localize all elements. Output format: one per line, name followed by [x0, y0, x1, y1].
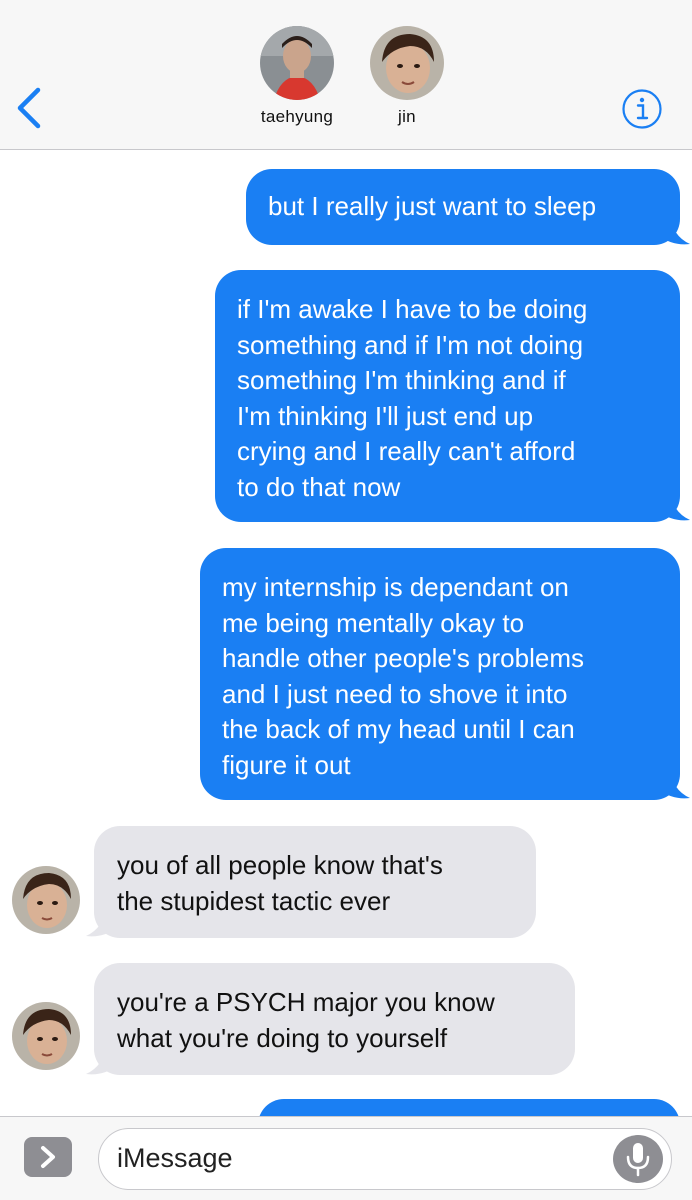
participant-taehyung[interactable]: taehyung	[237, 26, 357, 127]
microphone-icon	[626, 1143, 650, 1177]
sender-avatar[interactable]	[12, 1002, 80, 1070]
back-button[interactable]	[10, 82, 46, 134]
message-bubble-sent[interactable]: if I'm awake I have to be doing somethin…	[215, 270, 680, 522]
message-input[interactable]: iMessage	[98, 1128, 672, 1190]
info-button[interactable]	[620, 87, 664, 131]
avatar	[260, 26, 334, 100]
message-bubble-received[interactable]: you're a PSYCH major you know what you'r…	[94, 963, 575, 1075]
apps-chevron-icon	[41, 1146, 55, 1168]
messages-screen: taehyung jin but I really just want to s…	[0, 0, 692, 1200]
participant-name: jin	[398, 107, 416, 126]
microphone-button[interactable]	[613, 1135, 663, 1183]
message-input-placeholder: iMessage	[117, 1143, 233, 1173]
sender-avatar[interactable]	[12, 866, 80, 934]
avatar	[370, 26, 444, 100]
message-bubble-sent[interactable]: my internship is dependant on me being m…	[200, 548, 680, 800]
participant-jin[interactable]: jin	[347, 26, 467, 127]
participant-name: taehyung	[260, 107, 334, 126]
info-icon	[622, 89, 662, 129]
conversation-header: taehyung jin	[0, 0, 692, 150]
apps-button[interactable]	[24, 1137, 72, 1177]
message-bubble-received[interactable]: you of all people know that's the stupid…	[94, 826, 536, 938]
back-chevron-icon	[17, 87, 41, 129]
message-bubble-sent[interactable]: but I really just want to sleep	[246, 169, 680, 245]
message-composer: iMessage	[0, 1116, 692, 1200]
